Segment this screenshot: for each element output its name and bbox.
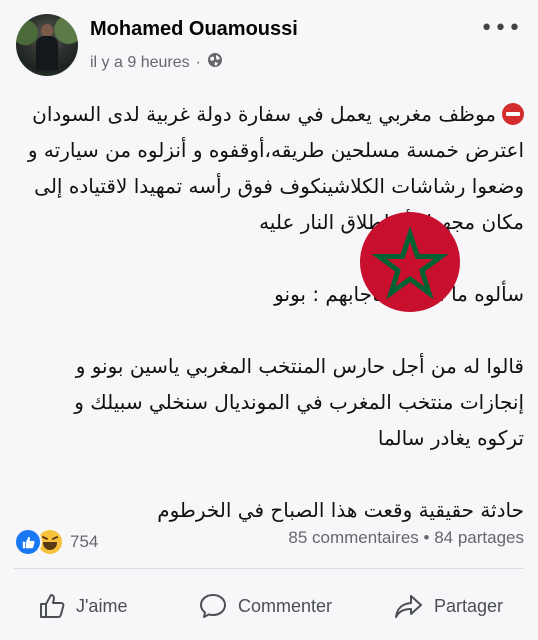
post-line: موظف مغربي يعمل في سفارة دولة غربية لدى …: [14, 96, 524, 132]
share-button[interactable]: Partager: [394, 592, 503, 620]
morocco-flag: [360, 212, 460, 312]
meta-separator: ·: [195, 53, 201, 71]
post-card: Mohamed Ouamoussi il y a 9 heures · ••• …: [0, 0, 538, 640]
post-line: تركوه يغادر سالما: [377, 426, 524, 450]
shares-count[interactable]: 84 partages: [434, 528, 524, 547]
reaction-count: 754: [70, 532, 99, 551]
like-icon: [14, 528, 42, 556]
author-name[interactable]: Mohamed Ouamoussi: [90, 18, 298, 41]
comments-count[interactable]: 85 commentaires: [288, 528, 418, 547]
post-line: قالوا له من أجل حارس المنتخب المغربي ياس…: [75, 354, 524, 378]
share-label: Partager: [434, 595, 504, 616]
post-header: Mohamed Ouamoussi il y a 9 heures · •••: [16, 14, 522, 76]
more-options-icon[interactable]: •••: [480, 16, 522, 41]
post-line: وضعوا رشاشات الكلاشينكوف فوق رأسه تمهيدا…: [34, 174, 524, 198]
post-line: إنجازات منتخب المغرب في المونديال سنخلي …: [74, 390, 524, 414]
post-text: موظف مغربي يعمل في سفارة دولة غربية لدى …: [14, 96, 524, 528]
comment-button[interactable]: Commenter: [198, 592, 332, 620]
thumbs-up-icon: [38, 592, 66, 620]
post-meta: il y a 9 heures ·: [90, 52, 223, 73]
globe-icon: [207, 52, 223, 73]
no-entry-icon: [502, 103, 524, 125]
comment-icon: [198, 592, 228, 620]
stats-separator: •: [423, 528, 430, 547]
post-time[interactable]: il y a 9 heures: [90, 54, 190, 72]
avatar-person: [36, 24, 58, 70]
share-icon: [394, 592, 424, 620]
action-bar: J'aime Commenter Partager: [0, 586, 538, 630]
post-line: حادثة حقيقية وقعت هذا الصباح في الخرطوم: [157, 498, 524, 522]
reactions[interactable]: 754: [14, 528, 98, 556]
like-label: J'aime: [76, 595, 128, 616]
comment-label: Commenter: [238, 595, 333, 616]
avatar[interactable]: [16, 14, 78, 76]
post-line: اعترض خمسة مسلحين طريقه،أوقفوه و أنزلوه …: [27, 138, 524, 162]
engagement-stats: 85 commentaires • 84 partages: [288, 528, 524, 548]
post-stats: 754 85 commentaires • 84 partages: [14, 526, 524, 556]
like-button[interactable]: J'aime: [38, 592, 127, 620]
divider: [14, 568, 524, 569]
